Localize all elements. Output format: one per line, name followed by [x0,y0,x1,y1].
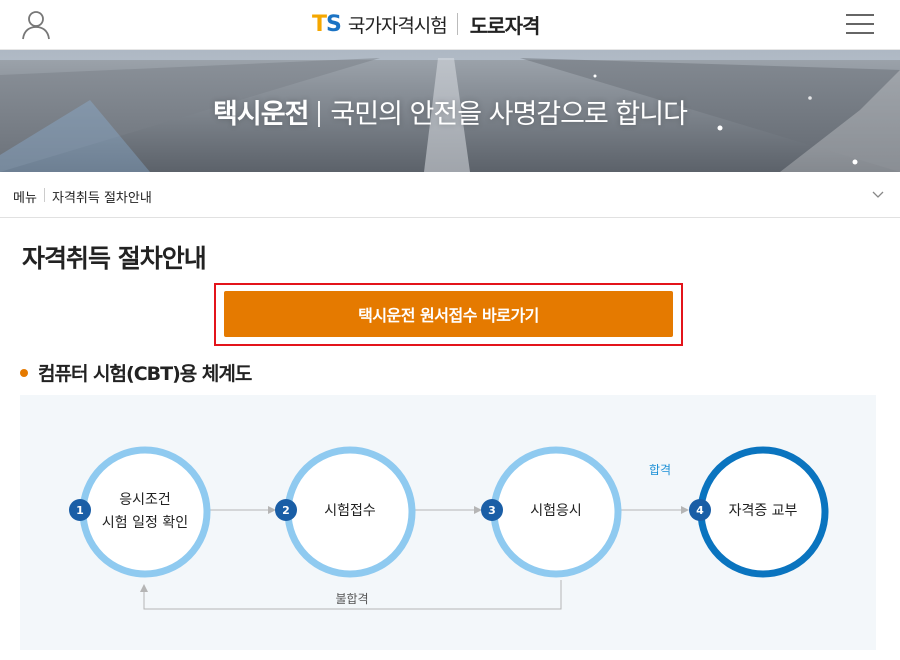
top-header: TS 국가자격시험 도로자격 [0,0,900,50]
chevron-down-icon[interactable] [872,190,884,200]
step-label-line: 응시조건 [119,492,171,508]
flow-step-3: 3 시험응시 [481,446,622,578]
step-label-line: 시험응시 [530,503,582,519]
breadcrumb-menu[interactable]: 메뉴 [13,187,37,206]
breadcrumb-current[interactable]: 자격취득 절차안내 [52,187,152,206]
hamburger-menu-icon [846,14,874,34]
flow-step-2: 2 시험접수 [275,446,416,578]
menu-button[interactable] [844,12,876,36]
step-number: 3 [488,504,496,517]
cbt-flow-diagram: 1 응시조건 시험 일정 확인 2 시험접수 3 시험응시 4 자격증 교부 합… [20,395,876,650]
banner-title: 택시운전 [213,99,309,130]
step-label-line: 시험접수 [324,503,376,519]
pass-label: 합격 [649,463,671,477]
user-icon [22,11,50,40]
banner-divider [318,101,321,127]
breadcrumb-divider [44,188,45,202]
arrow-head-icon [268,506,276,514]
bullet-dot-icon [20,368,28,377]
step-label-line: 자격증 교부 [729,503,798,519]
site-logo[interactable]: TS 국가자격시험 도로자격 [312,9,541,39]
page-title: 자격취득 절차안내 [22,244,207,273]
banner-subtitle: 국민의 안전을 사명감으로 합니다 [330,99,688,130]
user-button[interactable] [20,8,52,40]
step-number: 1 [76,504,84,517]
logo-divider [456,13,458,35]
apply-button[interactable]: 택시운전 원서접수 바로가기 [224,291,673,337]
hero-banner: 택시운전 국민의 안전을 사명감으로 합니다 [0,50,900,172]
step-number: 4 [696,504,704,517]
arrow-head-icon [681,506,689,514]
fail-label: 불합격 [335,592,368,606]
flow-step-1: 1 응시조건 시험 일정 확인 [69,446,211,578]
banner-slogan: 택시운전 국민의 안전을 사명감으로 합니다 [0,92,900,131]
section-heading: 컴퓨터 시험(CBT)용 체계도 [20,359,252,386]
arrow-head-icon [140,584,148,592]
arrow-head-icon [474,506,482,514]
logo-sub-title: 도로자격 [469,13,541,38]
breadcrumb[interactable]: 메뉴 자격취득 절차안내 [0,172,900,218]
step-label-line: 시험 일정 확인 [102,515,188,531]
section-title: 컴퓨터 시험(CBT)용 체계도 [38,363,252,385]
ts-logo-mark: TS [312,11,342,37]
step-number: 2 [282,504,290,517]
flow-step-4: 4 자격증 교부 [689,446,829,578]
flow-diagram-svg: 1 응시조건 시험 일정 확인 2 시험접수 3 시험응시 4 자격증 교부 합… [69,446,829,610]
logo-org-name: 국가자격시험 [347,14,448,37]
